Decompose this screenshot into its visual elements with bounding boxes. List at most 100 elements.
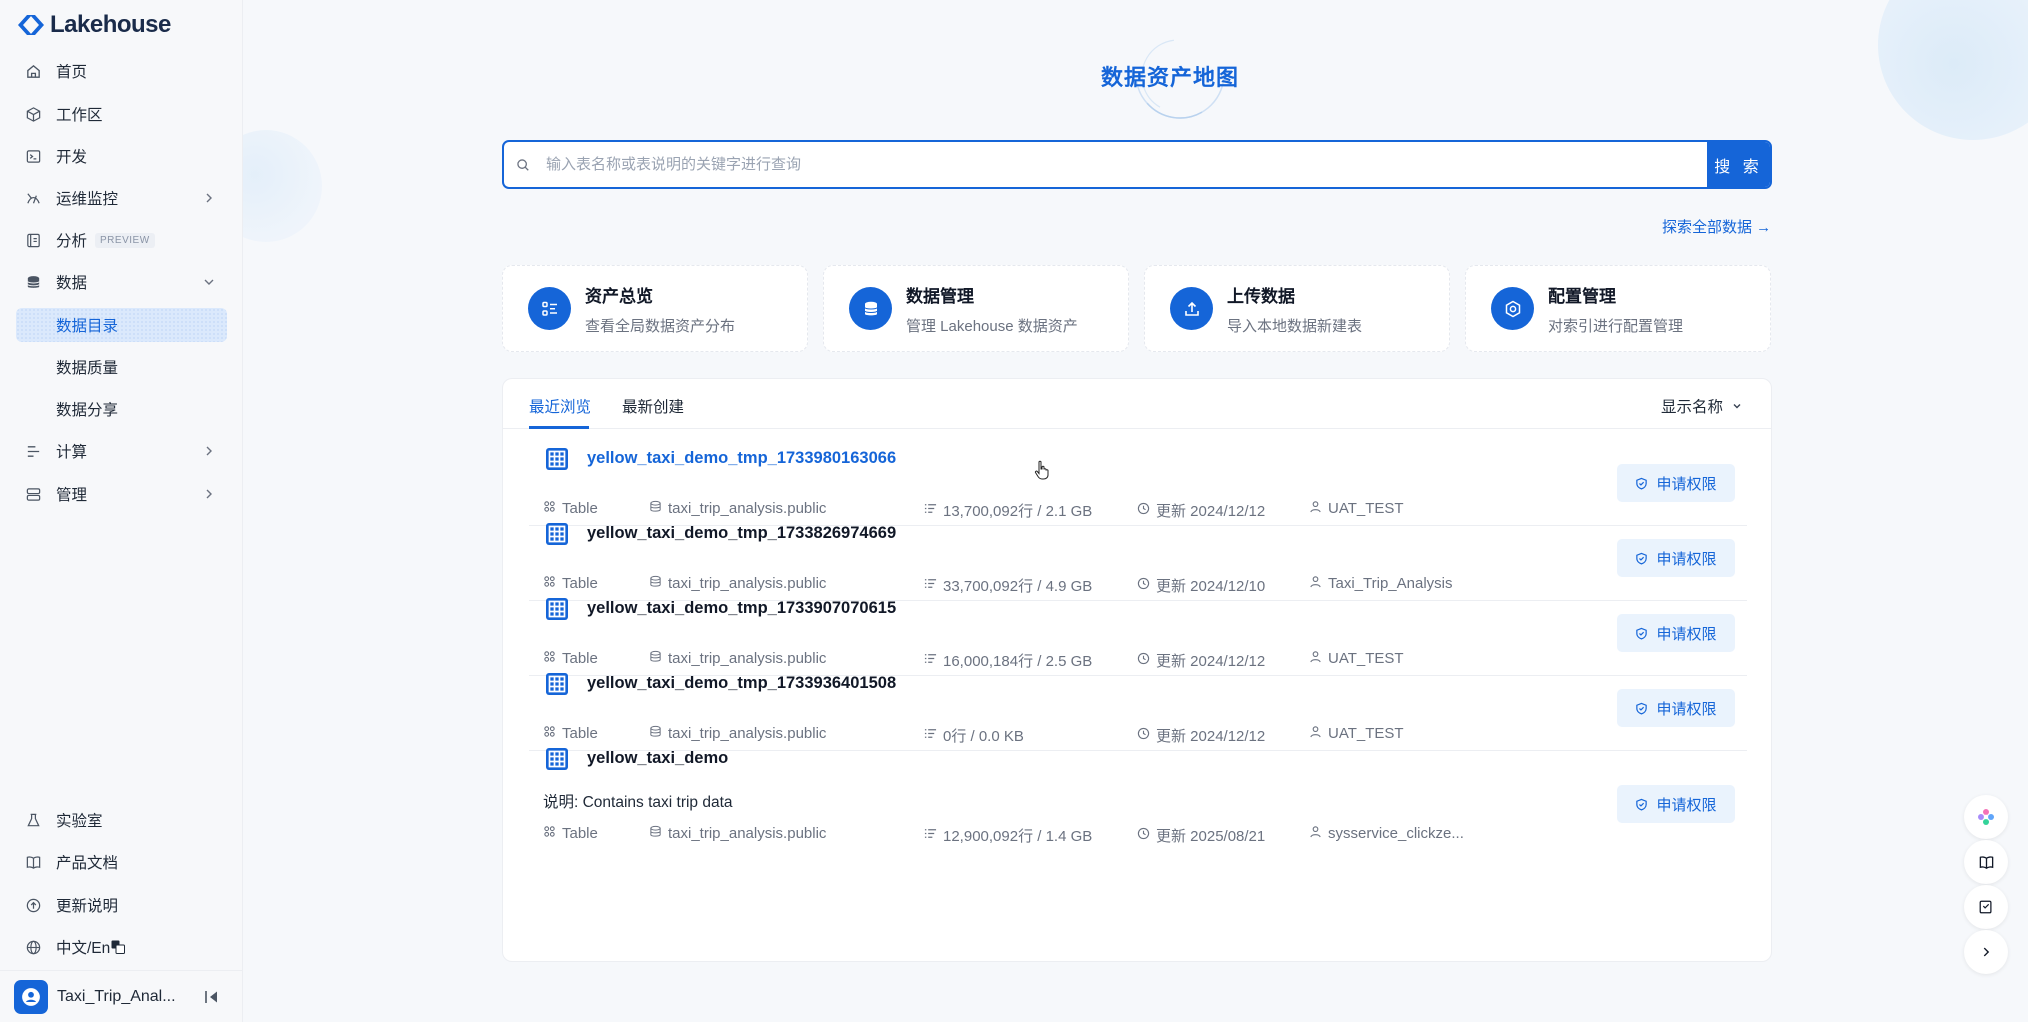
card-upload-data[interactable]: 上传数据 导入本地数据新建表 — [1144, 265, 1450, 352]
explore-all-data-label: 探索全部数据 → — [1662, 219, 1772, 236]
hand-cursor-icon — [1034, 460, 1049, 480]
table-name[interactable]: yellow_taxi_demo_tmp_1733980163066 — [587, 449, 896, 468]
sidebar-item-label: 分析 — [56, 233, 88, 250]
sidebar-item-workspace[interactable]: 工作区 — [16, 97, 227, 131]
schema-database-icon — [649, 825, 662, 842]
sidebar-item-label: 管理 — [56, 487, 88, 504]
sidebar-item-docs[interactable]: 产品文档 — [16, 845, 227, 879]
docs-button[interactable] — [1964, 840, 2008, 884]
flask-icon — [24, 811, 42, 829]
table-grid-icon — [545, 522, 569, 546]
translate-icon — [111, 940, 126, 954]
table-grid-icon — [545, 447, 569, 471]
table-name[interactable]: yellow_taxi_demo_tmp_1733826974669 — [587, 524, 896, 543]
sidebar-item-lab[interactable]: 实验室 — [16, 803, 227, 837]
request-permission-button[interactable]: 申请权限 — [1617, 689, 1735, 727]
card-desc: 对索引进行配置管理 — [1548, 317, 1684, 335]
sidebar-item-data-catalog[interactable]: 数据目录 — [16, 308, 227, 342]
search-button[interactable]: 搜 索 — [1707, 142, 1770, 187]
table-grid-icon — [545, 747, 569, 771]
page-title: 数据资产地图 — [1100, 65, 1239, 90]
sidebar-item-release-notes[interactable]: 更新说明 — [16, 888, 227, 922]
chevron-right-icon — [206, 489, 212, 499]
title-area: 数据资产地图 — [1060, 24, 1280, 124]
card-asset-overview[interactable]: 资产总览 查看全局数据资产分布 — [502, 265, 808, 352]
background-decoration-right — [1878, 0, 2028, 140]
database-icon — [849, 287, 892, 330]
sidebar-item-label: 实验室 — [56, 813, 103, 830]
sidebar-item-data-quality[interactable]: 数据质量 — [16, 350, 227, 384]
brand-name: Lakehouse — [50, 11, 171, 38]
expand-toolbar-button[interactable] — [1964, 930, 2008, 974]
card-data-management[interactable]: 数据管理 管理 Lakehouse 数据资产 — [823, 265, 1129, 352]
book-chart-icon — [24, 231, 42, 249]
open-book-icon — [24, 853, 42, 871]
lakehouse-logo-icon — [18, 15, 44, 35]
terminal-icon — [24, 147, 42, 165]
sidebar-item-develop[interactable]: 开发 — [16, 139, 227, 173]
collapse-sidebar-icon[interactable] — [203, 988, 221, 1006]
request-permission-button[interactable]: 申请权限 — [1617, 539, 1735, 577]
request-permission-button[interactable]: 申请权限 — [1617, 785, 1735, 823]
sidebar-item-home[interactable]: 首页 — [16, 54, 227, 88]
sidebar-item-compute[interactable]: 计算 — [16, 434, 227, 468]
tab-bar: 最近浏览 最新创建 显示名称 — [503, 379, 1771, 429]
chevron-down-icon — [1733, 404, 1741, 409]
display-name-label: 显示名称 — [1660, 399, 1723, 416]
table-stats-label: 12,900,092行 / 1.4 GB — [943, 828, 1093, 845]
sidebar-item-label: 中文/En — [56, 940, 111, 957]
clock-icon — [1137, 827, 1150, 844]
table-updated: 更新 2025/08/21 — [1137, 825, 1265, 846]
request-permission-label: 申请权限 — [1656, 550, 1717, 568]
tab-recent-views[interactable]: 最近浏览 — [529, 395, 591, 417]
tab-recently-created[interactable]: 最新创建 — [622, 395, 684, 417]
sidebar-item-label: 更新说明 — [56, 898, 119, 915]
logo[interactable]: Lakehouse — [16, 11, 171, 38]
sidebar-item-label: 产品文档 — [56, 855, 119, 872]
sidebar: Lakehouse 首页 工作区 开发 运维监控 分析 PREVIEW 数据 数… — [0, 0, 243, 1022]
user-icon — [22, 987, 40, 1006]
home-icon — [24, 62, 42, 80]
table-name[interactable]: yellow_taxi_demo_tmp_1733936401508 — [587, 674, 896, 693]
table-name[interactable]: yellow_taxi_demo — [587, 749, 728, 768]
table-type-icon — [543, 825, 556, 842]
shield-check-icon — [1635, 702, 1648, 715]
sidebar-item-label: 首页 — [56, 64, 88, 81]
table-row[interactable]: yellow_taxi_demo 说明: Contains taxi trip d… — [529, 729, 1747, 849]
table-type-label: Table — [562, 825, 598, 842]
display-name-select[interactable]: 显示名称 — [1661, 395, 1743, 417]
avatar[interactable] — [14, 979, 48, 1014]
sidebar-item-label: 数据 — [56, 275, 88, 292]
sidebar-item-language[interactable]: 中文/En — [16, 930, 227, 964]
table-owner-label: sysservice_clickze... — [1328, 825, 1464, 842]
user-bar[interactable]: Taxi_Trip_Anal... — [0, 970, 243, 1022]
ai-assistant-button[interactable] — [1964, 795, 2008, 839]
card-desc: 导入本地数据新建表 — [1227, 317, 1363, 335]
edit-note-icon — [1979, 900, 1992, 914]
sidebar-item-ops-monitor[interactable]: 运维监控 — [16, 181, 227, 215]
card-config-management[interactable]: 配置管理 对索引进行配置管理 — [1465, 265, 1771, 352]
card-desc: 管理 Lakehouse 数据资产 — [906, 317, 1078, 335]
table-schema-label: taxi_trip_analysis.public — [668, 825, 827, 842]
user-name: Taxi_Trip_Anal... — [57, 987, 176, 1005]
table-grid-icon — [545, 672, 569, 696]
card-title: 配置管理 — [1548, 286, 1616, 306]
shield-check-icon — [1635, 798, 1648, 811]
explore-all-data-link[interactable]: 探索全部数据 → — [1662, 216, 1771, 237]
sidebar-item-label: 数据分享 — [56, 402, 119, 419]
user-icon — [1309, 825, 1322, 842]
table-schema: taxi_trip_analysis.public — [649, 825, 826, 842]
search-input[interactable] — [536, 142, 1707, 187]
feedback-button[interactable] — [1964, 885, 2008, 929]
sidebar-item-data-share[interactable]: 数据分享 — [16, 392, 227, 426]
table-type: Table — [543, 825, 598, 842]
request-permission-label: 申请权限 — [1656, 625, 1717, 643]
table-grid-icon — [545, 597, 569, 621]
sidebar-item-analysis[interactable]: 分析 PREVIEW — [16, 223, 227, 257]
sidebar-item-data[interactable]: 数据 — [16, 265, 227, 299]
request-permission-button[interactable]: 申请权限 — [1617, 464, 1735, 502]
shield-check-icon — [1635, 477, 1648, 490]
table-name[interactable]: yellow_taxi_demo_tmp_1733907070615 — [587, 599, 896, 618]
request-permission-button[interactable]: 申请权限 — [1617, 614, 1735, 652]
sidebar-item-manage[interactable]: 管理 — [16, 477, 227, 511]
